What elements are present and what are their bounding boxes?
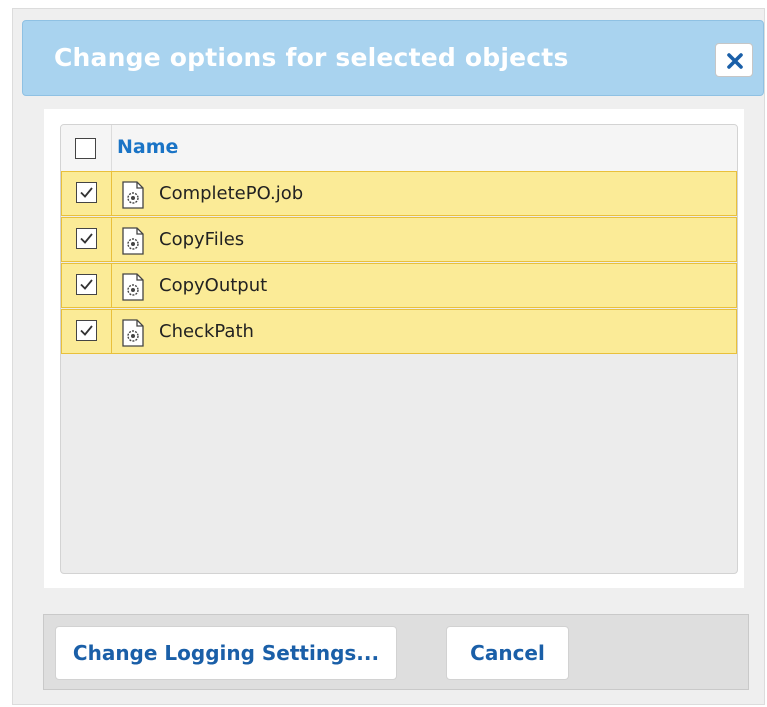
change-logging-settings-button[interactable]: Change Logging Settings... — [55, 626, 397, 680]
row-checkbox[interactable] — [76, 228, 97, 249]
table-row[interactable]: CheckPath — [61, 309, 737, 354]
dialog-title: Change options for selected objects — [54, 43, 569, 72]
job-file-icon — [121, 181, 145, 213]
checkmark-icon — [80, 325, 93, 336]
table-row[interactable]: CopyOutput — [61, 263, 737, 308]
job-file-icon — [121, 227, 145, 259]
checkmark-icon — [80, 233, 93, 244]
job-file-icon — [121, 319, 145, 351]
close-icon — [727, 53, 743, 69]
dialog-titlebar: Change options for selected objects — [22, 20, 764, 96]
select-all-checkbox[interactable] — [75, 138, 96, 159]
row-check-cell — [62, 218, 112, 261]
row-label: CheckPath — [159, 321, 254, 342]
grid-header: Name — [61, 125, 737, 172]
cancel-button[interactable]: Cancel — [446, 626, 569, 680]
table-row[interactable]: CopyFiles — [61, 217, 737, 262]
column-header-name[interactable]: Name — [117, 136, 178, 158]
table-row[interactable]: CompletePO.job — [61, 171, 737, 216]
objects-grid: Name CompletePO.job CopyFiles CopyOutput… — [60, 124, 738, 574]
row-check-cell — [62, 264, 112, 307]
row-checkbox[interactable] — [76, 182, 97, 203]
dialog-footer: Change Logging Settings... Cancel — [43, 614, 749, 690]
row-label: CopyFiles — [159, 229, 245, 250]
row-checkbox[interactable] — [76, 320, 97, 341]
checkmark-icon — [80, 187, 93, 198]
header-check-cell — [61, 125, 112, 171]
row-label: CopyOutput — [159, 275, 268, 296]
row-checkbox[interactable] — [76, 274, 97, 295]
row-label: CompletePO.job — [159, 183, 304, 204]
job-file-icon — [121, 273, 145, 305]
row-check-cell — [62, 310, 112, 353]
row-check-cell — [62, 172, 112, 215]
close-button[interactable] — [715, 43, 753, 77]
checkmark-icon — [80, 279, 93, 290]
